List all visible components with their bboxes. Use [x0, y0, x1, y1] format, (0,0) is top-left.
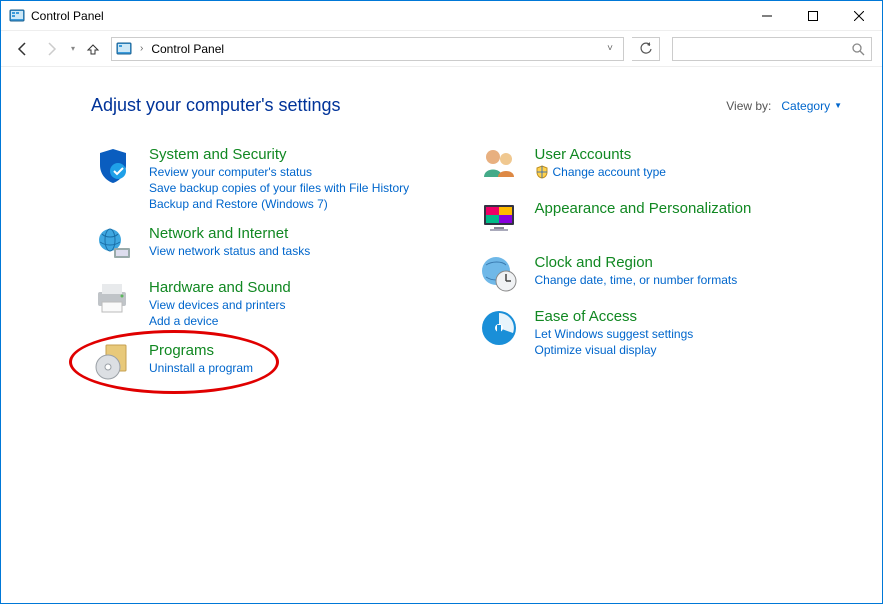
category-title-link[interactable]: Appearance and Personalization	[535, 200, 752, 217]
category-hardware-and-sound: Hardware and Sound View devices and prin…	[91, 279, 457, 328]
address-bar[interactable]: › Control Panel ˅	[111, 37, 624, 61]
search-input[interactable]	[679, 42, 851, 56]
category-title-link[interactable]: Programs	[149, 342, 253, 359]
window-controls	[744, 1, 882, 31]
category-title-link[interactable]: Network and Internet	[149, 225, 310, 242]
category-clock-and-region: Clock and Region Change date, time, or n…	[477, 254, 843, 294]
category-title-link[interactable]: User Accounts	[535, 146, 666, 163]
monitor-palette-icon	[477, 200, 521, 240]
navigation-bar: ▾ › Control Panel ˅	[1, 31, 882, 67]
up-button[interactable]	[83, 37, 103, 61]
search-icon[interactable]	[851, 42, 865, 56]
chevron-down-icon: ▼	[834, 101, 842, 110]
category-link[interactable]: View network status and tasks	[149, 244, 310, 258]
page-heading: Adjust your computer's settings	[91, 95, 341, 116]
printer-icon	[91, 279, 135, 319]
category-link[interactable]: Change date, time, or number formats	[535, 273, 738, 287]
category-title-link[interactable]: Hardware and Sound	[149, 279, 291, 296]
category-network-and-internet: Network and Internet View network status…	[91, 225, 457, 265]
breadcrumb[interactable]: Control Panel	[151, 42, 224, 56]
back-button[interactable]	[11, 37, 35, 61]
people-icon	[477, 146, 521, 186]
category-system-and-security: System and Security Review your computer…	[91, 146, 457, 211]
disc-box-icon	[91, 342, 135, 382]
breadcrumb-item[interactable]: Control Panel	[151, 42, 224, 56]
category-link[interactable]: Save backup copies of your files with Fi…	[149, 181, 409, 195]
content-area: Adjust your computer's settings View by:…	[1, 67, 882, 382]
shield-icon	[91, 146, 135, 186]
category-ease-of-access: Ease of Access Let Windows suggest setti…	[477, 308, 843, 357]
category-user-accounts: User Accounts Change account type	[477, 146, 843, 186]
view-by: View by: Category ▼	[726, 99, 842, 113]
view-by-value: Category	[781, 99, 830, 113]
ease-of-access-icon	[477, 308, 521, 348]
category-link[interactable]: Optimize visual display	[535, 343, 694, 357]
search-box[interactable]	[672, 37, 872, 61]
control-panel-icon	[9, 8, 25, 24]
category-programs: Programs Uninstall a program	[91, 342, 457, 382]
category-link[interactable]: Let Windows suggest settings	[535, 327, 694, 341]
minimize-button[interactable]	[744, 1, 790, 31]
breadcrumb-separator-icon: ›	[138, 43, 145, 54]
maximize-button[interactable]	[790, 1, 836, 31]
category-link[interactable]: View devices and printers	[149, 298, 291, 312]
control-panel-icon	[116, 41, 132, 57]
category-link[interactable]: Uninstall a program	[149, 361, 253, 375]
clock-globe-icon	[477, 254, 521, 294]
category-title-link[interactable]: Ease of Access	[535, 308, 694, 325]
uac-shield-icon	[535, 165, 549, 179]
forward-button[interactable]	[39, 37, 63, 61]
window-title: Control Panel	[31, 9, 104, 23]
category-link[interactable]: Add a device	[149, 314, 291, 328]
view-by-label: View by:	[726, 99, 771, 113]
view-by-dropdown[interactable]: Category ▼	[781, 99, 842, 113]
address-dropdown-icon[interactable]: ˅	[601, 43, 619, 54]
category-title-link[interactable]: System and Security	[149, 146, 409, 163]
close-button[interactable]	[836, 1, 882, 31]
titlebar: Control Panel	[1, 1, 882, 31]
category-link[interactable]: Change account type	[553, 165, 666, 179]
category-link[interactable]: Review your computer's status	[149, 165, 409, 179]
category-link[interactable]: Backup and Restore (Windows 7)	[149, 197, 409, 211]
refresh-button[interactable]	[632, 37, 660, 61]
category-appearance-and-personalization: Appearance and Personalization	[477, 200, 843, 240]
category-title-link[interactable]: Clock and Region	[535, 254, 738, 271]
globe-network-icon	[91, 225, 135, 265]
history-dropdown[interactable]: ▾	[67, 44, 79, 53]
